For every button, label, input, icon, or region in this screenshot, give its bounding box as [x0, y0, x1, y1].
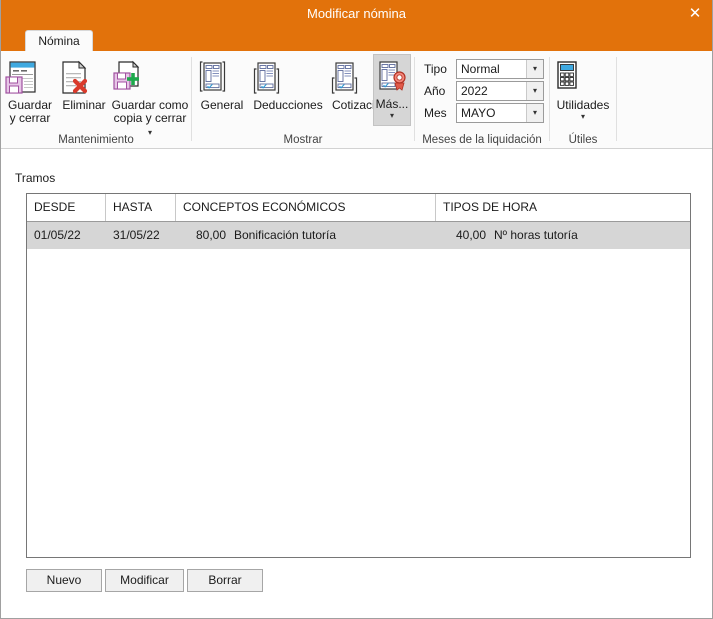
ribbon-group-utiles: Utilidades ▾ Útiles: [550, 51, 616, 149]
ano-select[interactable]: 2022 ▾: [456, 81, 544, 101]
cell-hora-importe: 40,00: [455, 228, 486, 242]
guardar-como-copia-button[interactable]: Guardar como copia y cerrar ▾: [111, 56, 189, 139]
cell-hora-nombre: Nº horas tutoría: [494, 228, 578, 242]
nuevo-button[interactable]: Nuevo: [26, 569, 102, 592]
tab-strip: Nómina: [1, 28, 712, 51]
utilidades-label: Utilidades: [556, 98, 610, 112]
guardar-y-cerrar-button[interactable]: Guardar y cerrar: [4, 56, 56, 125]
ribbon: Guardar y cerrar Eliminar Guardar como c…: [1, 51, 712, 149]
utilidades-button[interactable]: Utilidades ▾: [552, 56, 614, 121]
combo-row-mes: Mes MAYO ▾: [424, 103, 546, 124]
table-row[interactable]: 01/05/22 31/05/22 80,00 Bonificación tut…: [27, 222, 690, 249]
combo-label-tipo: Tipo: [424, 62, 447, 76]
form-seal-icon: [374, 58, 410, 96]
eliminar-label: Eliminar: [62, 98, 106, 112]
chevron-down-icon[interactable]: ▾: [526, 104, 543, 122]
tipo-select-value: Normal: [461, 62, 500, 76]
mes-select-value: MAYO: [461, 106, 496, 120]
ribbon-group-meses: Tipo Normal ▾ Año 2022 ▾ Mes MAYO ▾ Mese…: [415, 51, 549, 149]
column-header-hasta[interactable]: HASTA: [106, 194, 176, 221]
cell-desde: 01/05/22: [34, 228, 81, 242]
cell-hasta: 31/05/22: [113, 228, 160, 242]
borrar-button[interactable]: Borrar: [187, 569, 263, 592]
mes-select[interactable]: MAYO ▾: [456, 103, 544, 123]
combo-label-mes: Mes: [424, 106, 447, 120]
mas-button[interactable]: Más... ▾: [373, 54, 411, 126]
column-header-conceptos[interactable]: CONCEPTOS ECONÓMICOS: [176, 194, 436, 221]
guardar-y-cerrar-label-2: y cerrar: [9, 111, 51, 125]
combo-row-ano: Año 2022 ▾: [424, 81, 546, 102]
combo-label-ano: Año: [424, 84, 446, 98]
chevron-down-icon[interactable]: ▾: [374, 111, 410, 120]
chevron-down-icon[interactable]: ▾: [526, 82, 543, 100]
tipo-select[interactable]: Normal ▾: [456, 59, 544, 79]
table-header-row: DESDE HASTA CONCEPTOS ECONÓMICOS TIPOS D…: [27, 194, 690, 222]
ribbon-group-mostrar: General Deducciones Cotización Más... ▾ …: [192, 51, 414, 149]
column-header-desde[interactable]: DESDE: [27, 194, 106, 221]
chevron-down-icon[interactable]: ▾: [526, 60, 543, 78]
tramos-label: Tramos: [15, 171, 56, 185]
content-area: Tramos DESDE HASTA CONCEPTOS ECONÓMICOS …: [1, 149, 712, 618]
close-icon[interactable]: ✕: [680, 0, 710, 26]
form-deductions-icon: [250, 59, 326, 97]
calculator-icon: [552, 59, 614, 97]
form-general-icon: [196, 59, 248, 97]
tramos-table: DESDE HASTA CONCEPTOS ECONÓMICOS TIPOS D…: [26, 193, 691, 558]
ribbon-group-utiles-body: Utilidades ▾: [550, 53, 616, 127]
eliminar-button[interactable]: Eliminar: [58, 56, 110, 112]
ribbon-group-mostrar-label: Mostrar: [283, 134, 323, 146]
combo-row-tipo: Tipo Normal ▾: [424, 59, 546, 80]
cell-concepto-importe: 80,00: [195, 228, 226, 242]
chevron-down-icon[interactable]: ▾: [552, 112, 614, 121]
general-label: General: [200, 98, 244, 112]
column-header-tipos-hora[interactable]: TIPOS DE HORA: [436, 194, 690, 221]
guardar-como-copia-label-2-text: copia y cerrar: [113, 111, 187, 125]
modificar-nomina-window: Modificar nómina ✕ Nómina Guardar y cerr…: [0, 0, 713, 619]
cell-concepto-nombre: Bonificación tutoría: [234, 228, 337, 242]
ribbon-group-utiles-label: Útiles: [568, 134, 598, 146]
ribbon-group-mantenimiento-label: Mantenimiento: [58, 134, 134, 146]
deducciones-button[interactable]: Deducciones: [250, 56, 326, 112]
ano-select-value: 2022: [461, 84, 488, 98]
ribbon-group-mantenimiento: Guardar y cerrar Eliminar Guardar como c…: [1, 51, 191, 149]
tab-nomina[interactable]: Nómina: [25, 30, 93, 51]
title-bar: Modificar nómina ✕: [1, 0, 712, 28]
save-copy-icon: [111, 59, 189, 97]
ribbon-group-mantenimiento-body: Guardar y cerrar Eliminar Guardar como c…: [1, 53, 191, 137]
ribbon-group-meses-body: Tipo Normal ▾ Año 2022 ▾ Mes MAYO ▾: [415, 53, 549, 127]
mas-label: Más...: [375, 97, 409, 111]
ribbon-group-mostrar-body: General Deducciones Cotización Más... ▾: [192, 53, 414, 127]
modificar-button[interactable]: Modificar: [105, 569, 184, 592]
window-title: Modificar nómina: [307, 6, 406, 21]
document-delete-icon: [58, 59, 110, 97]
ribbon-separator-4: [616, 57, 617, 141]
ribbon-group-meses-label: Meses de la liquidación: [422, 134, 542, 146]
save-table-icon: [4, 59, 56, 97]
general-button[interactable]: General: [196, 56, 248, 112]
deducciones-label: Deducciones: [253, 98, 323, 112]
